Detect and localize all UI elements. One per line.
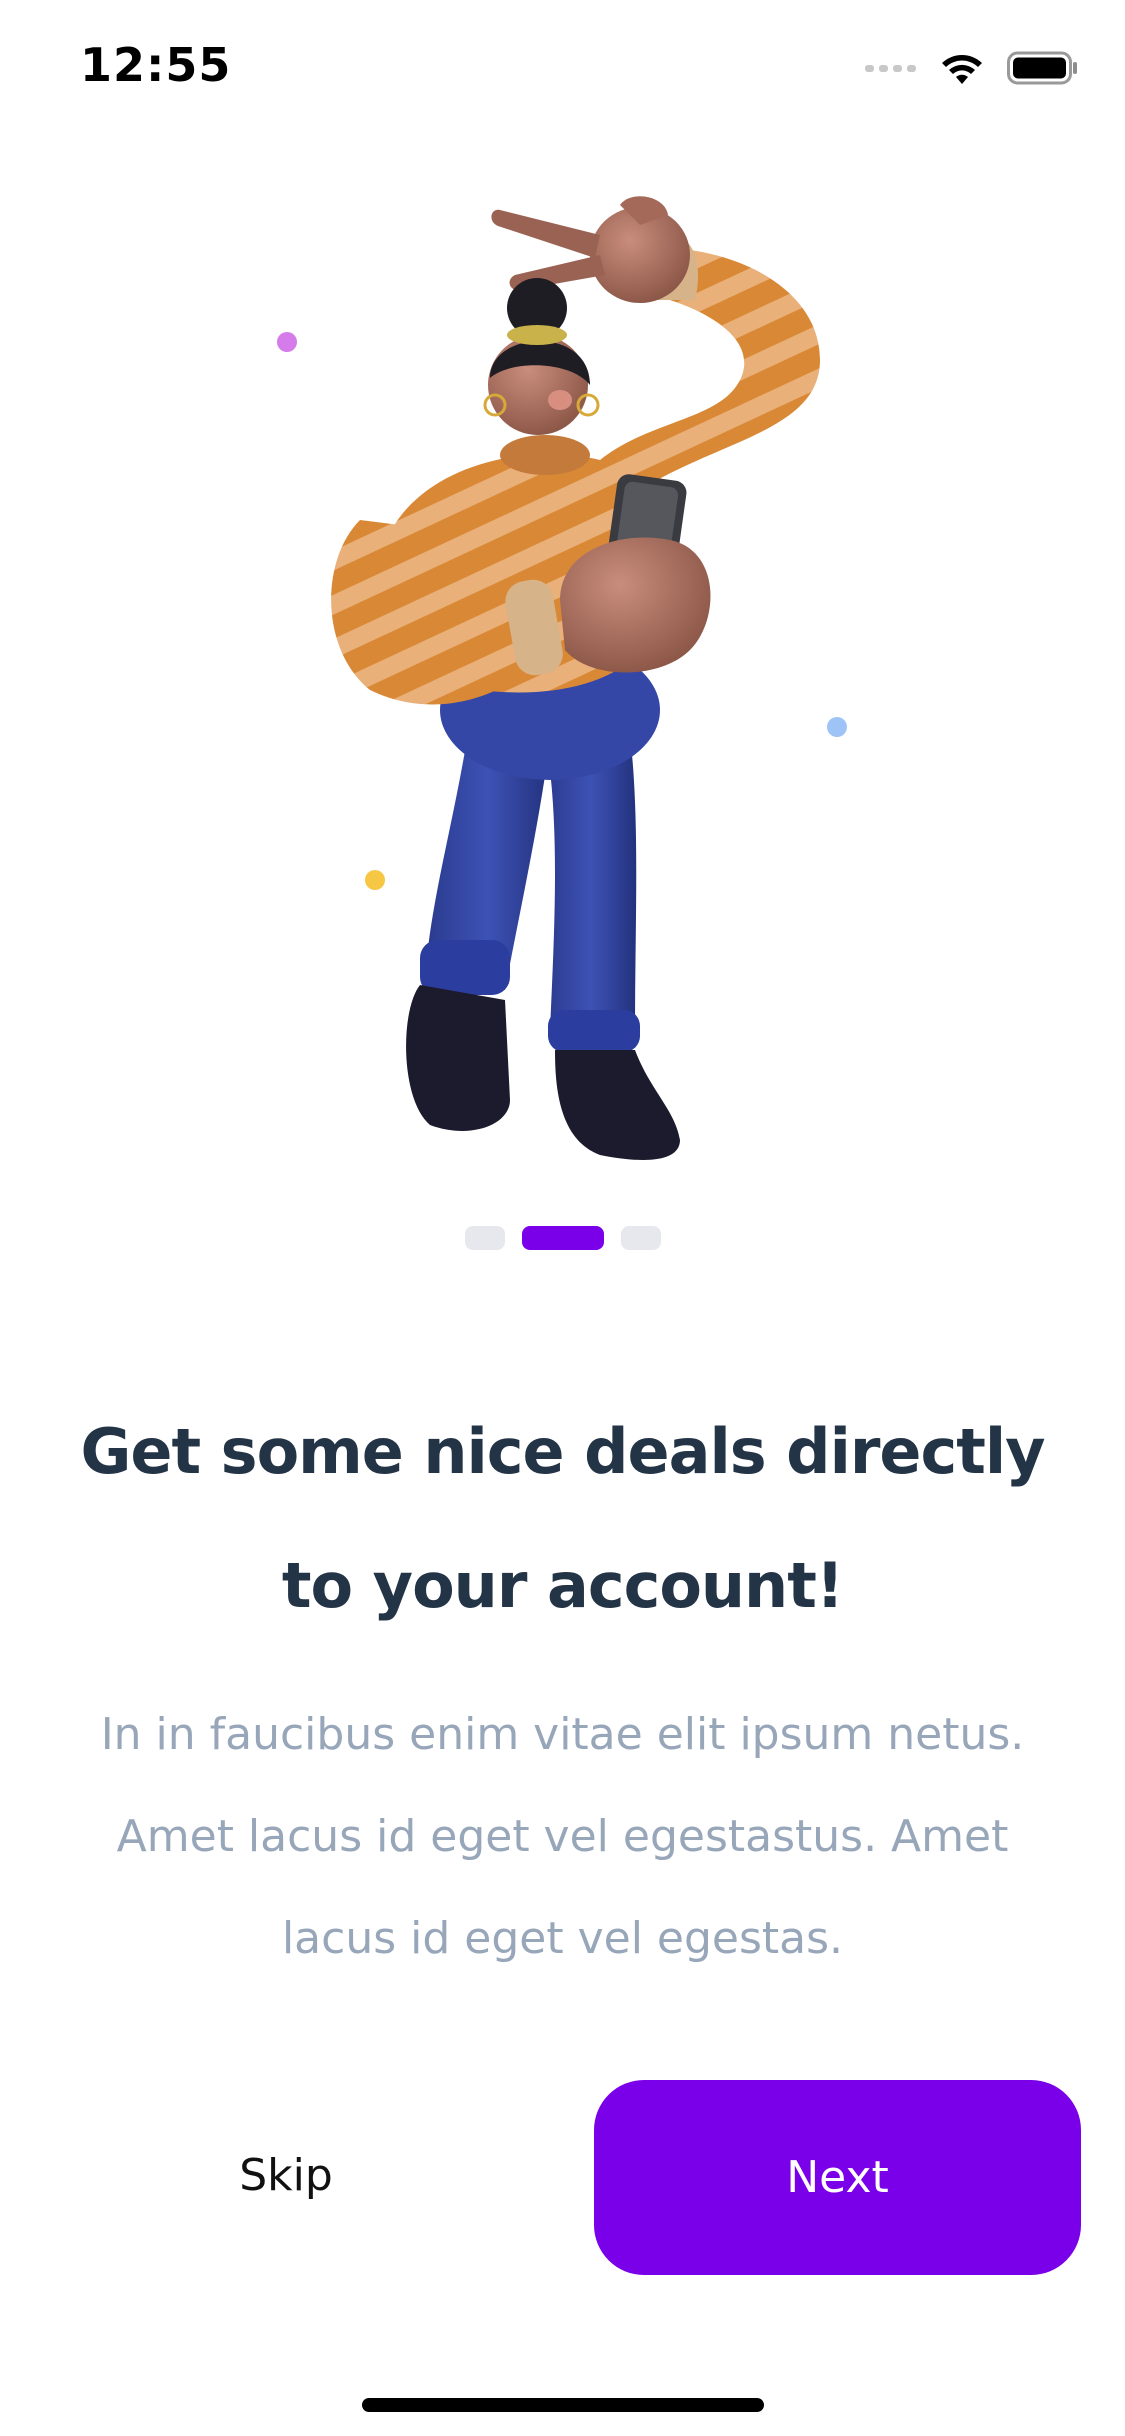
skip-button[interactable]: Skip (186, 2080, 386, 2270)
hero-illustration (0, 150, 1125, 1200)
signal-icon (865, 61, 917, 79)
woman-selfie-illustration (277, 196, 847, 1160)
onboarding-title: Get some nice deals directly to your acc… (80, 1415, 1046, 1622)
page-dot[interactable] (464, 1226, 505, 1250)
battery-icon (1007, 51, 1079, 90)
home-indicator[interactable] (362, 2398, 764, 2412)
onboarding-description: In in faucibus enim vitae elit ipsum net… (100, 1709, 1025, 1964)
page-dot[interactable] (620, 1226, 661, 1250)
page-dot-active[interactable] (521, 1226, 604, 1250)
next-button[interactable]: Next (594, 2080, 1081, 2275)
status-time: 12:55 (80, 38, 232, 92)
wifi-icon (939, 51, 985, 90)
status-bar: 12:55 (0, 0, 1125, 140)
status-icons (865, 51, 1079, 90)
page-indicator (0, 1226, 1125, 1250)
